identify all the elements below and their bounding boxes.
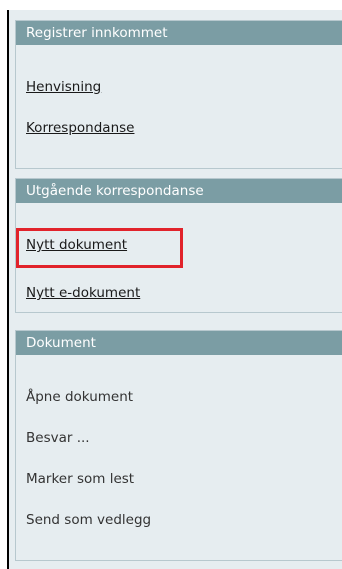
- menu-item-marker-som-lest[interactable]: Marker som lest: [26, 471, 134, 487]
- menu-link-henvisning[interactable]: Henvisning: [26, 79, 101, 95]
- menu-link-nytt-e-dokument[interactable]: Nytt e-dokument: [26, 285, 140, 301]
- panel-header: Dokument: [16, 331, 342, 355]
- panel-header: Registrer innkommet: [16, 21, 342, 45]
- menu-link-korrespondanse[interactable]: Korrespondanse: [26, 120, 134, 136]
- menu-item-besvar[interactable]: Besvar ...: [26, 430, 90, 446]
- panel-registrer-innkommet: Registrer innkommet Henvisning Korrespon…: [15, 20, 342, 169]
- menu-item-send-som-vedlegg[interactable]: Send som vedlegg: [26, 512, 151, 528]
- menu-item-apne-dokument[interactable]: Åpne dokument: [26, 389, 133, 405]
- highlight-box: [16, 228, 183, 268]
- panel-dokument: Dokument Åpne dokument Besvar ... Marker…: [15, 330, 342, 561]
- panel-header: Utgående korrespondanse: [16, 179, 342, 203]
